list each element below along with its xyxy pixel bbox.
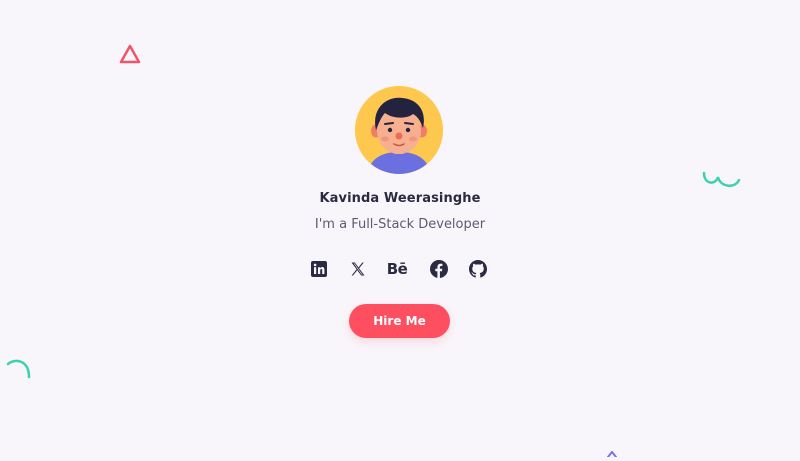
github-link[interactable] bbox=[467, 258, 489, 280]
github-icon bbox=[469, 260, 487, 278]
behance-icon: Bē bbox=[386, 260, 408, 278]
profile-card: Kavinda Weerasinghe I'm a Full-Stack Dev… bbox=[0, 0, 800, 448]
facebook-icon bbox=[430, 260, 448, 278]
x-link[interactable] bbox=[347, 258, 369, 280]
avatar bbox=[355, 86, 443, 174]
hire-me-button[interactable]: Hire Me bbox=[349, 304, 450, 338]
linkedin-link[interactable] bbox=[308, 258, 330, 280]
behance-link[interactable]: Bē bbox=[386, 258, 408, 280]
linkedin-icon bbox=[311, 261, 327, 277]
x-icon bbox=[351, 262, 365, 276]
social-links: Bē bbox=[308, 258, 494, 280]
facebook-link[interactable] bbox=[428, 258, 450, 280]
profile-name: Kavinda Weerasinghe bbox=[319, 191, 481, 206]
cartoon-boy-avatar-icon bbox=[355, 86, 443, 174]
profile-role: I'm a Full-Stack Developer bbox=[314, 217, 486, 232]
